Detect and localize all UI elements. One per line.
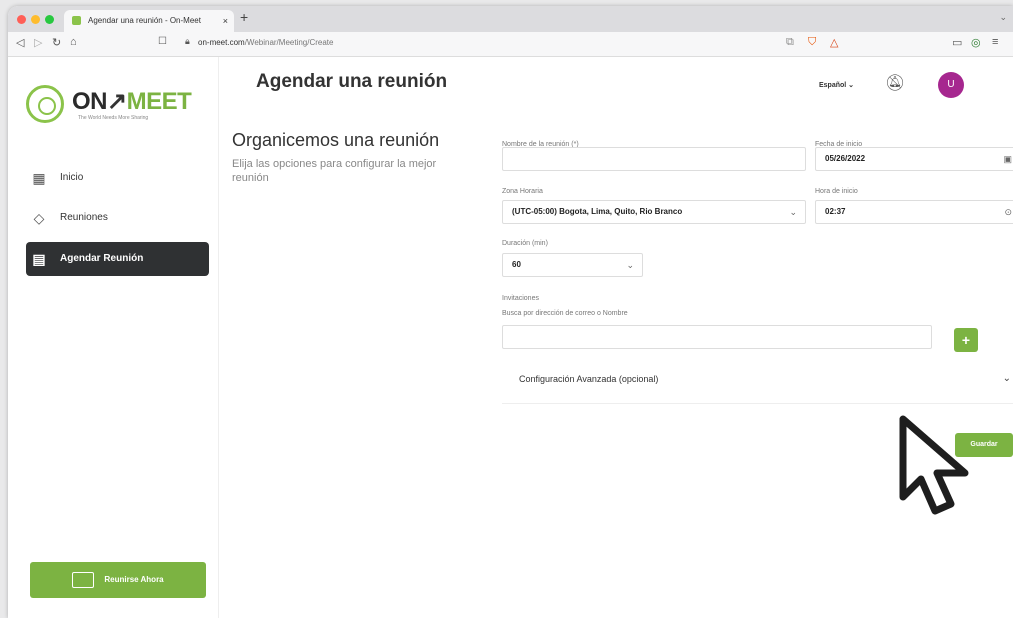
sidebar-item-reuniones[interactable]: ◇ Reuniones xyxy=(26,201,209,235)
tab-bar: Agendar una reunión - On-Meet × + ⌄ xyxy=(8,6,1013,32)
tab-title: Agendar una reunión - On-Meet xyxy=(88,16,201,25)
meeting-name-input[interactable] xyxy=(502,147,806,171)
forward-icon[interactable]: ▷ xyxy=(34,36,42,49)
video-board-icon xyxy=(72,571,95,588)
url-path: /Webinar/Meeting/Create xyxy=(244,38,334,47)
start-time-label: Hora de inicio xyxy=(815,188,858,195)
home-browser-icon[interactable]: ⌂ xyxy=(70,36,77,48)
advanced-settings-toggle[interactable]: Configuración Avanzada (opcional) ⌄ xyxy=(502,354,1013,404)
calendar-icon: ▤ xyxy=(32,251,46,267)
notifications-off-icon[interactable]: 🔕︎ xyxy=(885,73,905,93)
lock-icon: 🔒︎ xyxy=(185,36,190,46)
minimize-window-icon[interactable] xyxy=(31,15,40,24)
sidebar-item-agendar-reunion[interactable]: ▤ Agendar Reunión xyxy=(26,242,209,276)
url-domain: on-meet.com xyxy=(198,38,245,47)
address-bar: ◁ ▷ ↻ ⌂ ☐ 🔒︎ on-meet.com/Webinar/Meeting… xyxy=(8,32,1013,57)
main-content: Agendar una reunión Español ⌄ 🔕︎ U Organ… xyxy=(219,57,1013,618)
favicon-icon xyxy=(72,16,81,25)
bookmark-icon[interactable]: ☐ xyxy=(158,36,167,47)
on-meet-logo[interactable]: ON↗MEET The World Needs More Sharing xyxy=(26,85,206,129)
sidebar-toggle-icon[interactable]: ▭ xyxy=(952,36,962,49)
sidebar: ON↗MEET The World Needs More Sharing ▦ I… xyxy=(8,57,219,618)
join-now-button[interactable]: Reunirse Ahora xyxy=(30,562,206,598)
share-icon[interactable]: ⧉ xyxy=(786,36,794,49)
language-selector[interactable]: Español ⌄ xyxy=(819,81,854,89)
invitations-search-input[interactable] xyxy=(502,325,932,349)
brave-shield-icon[interactable]: ⛉ xyxy=(808,36,816,49)
page-title: Agendar una reunión xyxy=(256,71,448,92)
start-date-value: 05/26/2022 xyxy=(825,154,866,163)
logo-tagline: The World Needs More Sharing xyxy=(78,115,149,121)
close-window-icon[interactable] xyxy=(17,15,26,24)
invitations-search-label: Busca por dirección de correo o Nombre xyxy=(502,310,628,317)
duration-select[interactable]: 60 ⌄ xyxy=(502,253,643,277)
sidebar-item-label: Agendar Reunión xyxy=(60,253,144,264)
avatar[interactable]: U xyxy=(938,72,964,98)
maximize-window-icon[interactable] xyxy=(45,15,54,24)
mouse-pointer-icon xyxy=(899,415,969,515)
logo-wordmark: ON↗MEET xyxy=(72,88,192,115)
meetings-icon: ◇ xyxy=(33,210,45,226)
sidebar-item-label: Inicio xyxy=(60,172,84,183)
menu-icon[interactable]: ≡ xyxy=(992,36,998,48)
duration-label: Duración (min) xyxy=(502,240,548,247)
intro-subtext: Elija las opciones para configurar la me… xyxy=(232,158,437,184)
browser-tab[interactable]: Agendar una reunión - On-Meet × xyxy=(64,10,234,32)
timezone-value: (UTC-05:00) Bogota, Lima, Quito, Rio Bra… xyxy=(512,207,683,216)
join-now-label: Reunirse Ahora xyxy=(104,575,164,584)
chevron-down-icon: ⌄ xyxy=(1002,373,1011,384)
reload-icon[interactable]: ↻ xyxy=(52,36,61,49)
duration-value: 60 xyxy=(512,260,521,269)
add-invitation-button[interactable]: + xyxy=(954,328,978,352)
browser-window: Agendar una reunión - On-Meet × + ⌄ ◁ ▷ … xyxy=(8,6,1013,618)
chevron-down-icon: ⌄ xyxy=(789,207,797,217)
calendar-picker-icon[interactable]: ▣ xyxy=(1003,148,1012,170)
advanced-settings-label: Configuración Avanzada (opcional) xyxy=(519,374,659,384)
url-field[interactable]: on-meet.com/Webinar/Meeting/Create xyxy=(198,38,333,47)
whatsapp-icon[interactable]: ◎ xyxy=(971,36,981,49)
intro-heading: Organicemos una reunión xyxy=(232,130,440,150)
tab-list-chevron-icon[interactable]: ⌄ xyxy=(999,12,1007,23)
start-time-value: 02:37 xyxy=(825,207,846,216)
rewards-icon[interactable]: △ xyxy=(830,36,838,49)
start-time-input[interactable]: 02:37 ⊙ xyxy=(815,200,1013,224)
sidebar-item-inicio[interactable]: ▦ Inicio xyxy=(26,161,209,195)
new-tab-button[interactable]: + xyxy=(240,9,248,25)
back-icon[interactable]: ◁ xyxy=(16,36,24,49)
chevron-down-icon: ⌄ xyxy=(626,260,634,270)
home-icon: ▦ xyxy=(32,170,46,186)
tab-close-icon[interactable]: × xyxy=(223,10,228,32)
sidebar-item-label: Reuniones xyxy=(60,212,108,223)
timezone-select[interactable]: (UTC-05:00) Bogota, Lima, Quito, Rio Bra… xyxy=(502,200,806,224)
logo-pin-icon xyxy=(26,85,64,123)
timezone-label: Zona Horaria xyxy=(502,188,543,195)
invitations-label: Invitaciones xyxy=(502,295,539,302)
start-date-input[interactable]: 05/26/2022 ▣ xyxy=(815,147,1013,171)
clock-icon[interactable]: ⊙ xyxy=(1004,201,1012,223)
